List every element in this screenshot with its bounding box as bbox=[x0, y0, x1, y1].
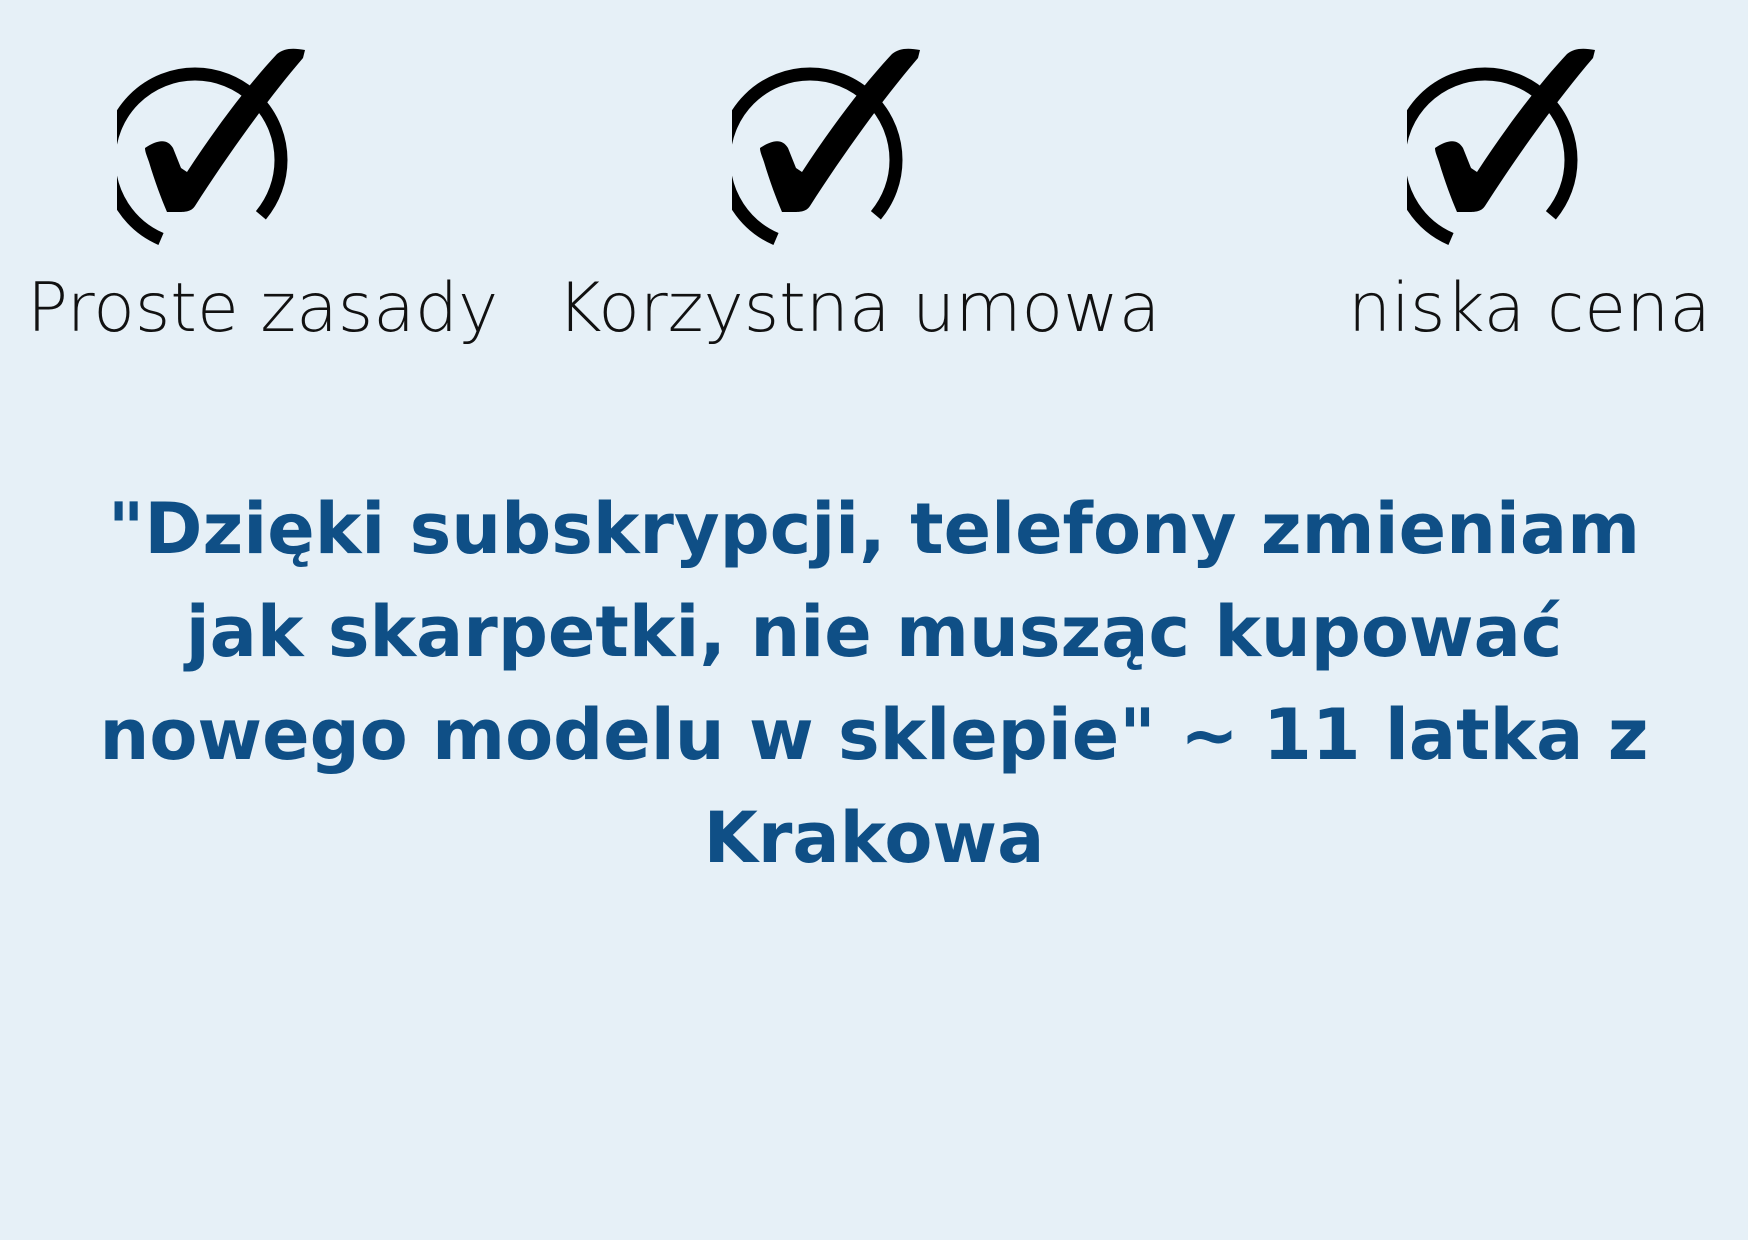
check-circle-icon bbox=[1407, 48, 1607, 258]
check-circle-icon bbox=[732, 48, 932, 258]
check-circle-icon bbox=[117, 48, 317, 258]
feature-label: Korzystna umowa bbox=[557, 269, 1161, 348]
testimonial-quote: "Dzięki subskrypcji, telefony zmieniam j… bbox=[99, 488, 1649, 879]
feature-niska-cena: niska cena bbox=[1230, 0, 1748, 380]
feature-label: niska cena bbox=[1348, 269, 1711, 348]
feature-proste-zasady: Proste zasady bbox=[0, 0, 560, 380]
feature-korzystna-umowa: Korzystna umowa bbox=[557, 0, 1160, 380]
feature-label: Proste zasady bbox=[27, 269, 499, 348]
